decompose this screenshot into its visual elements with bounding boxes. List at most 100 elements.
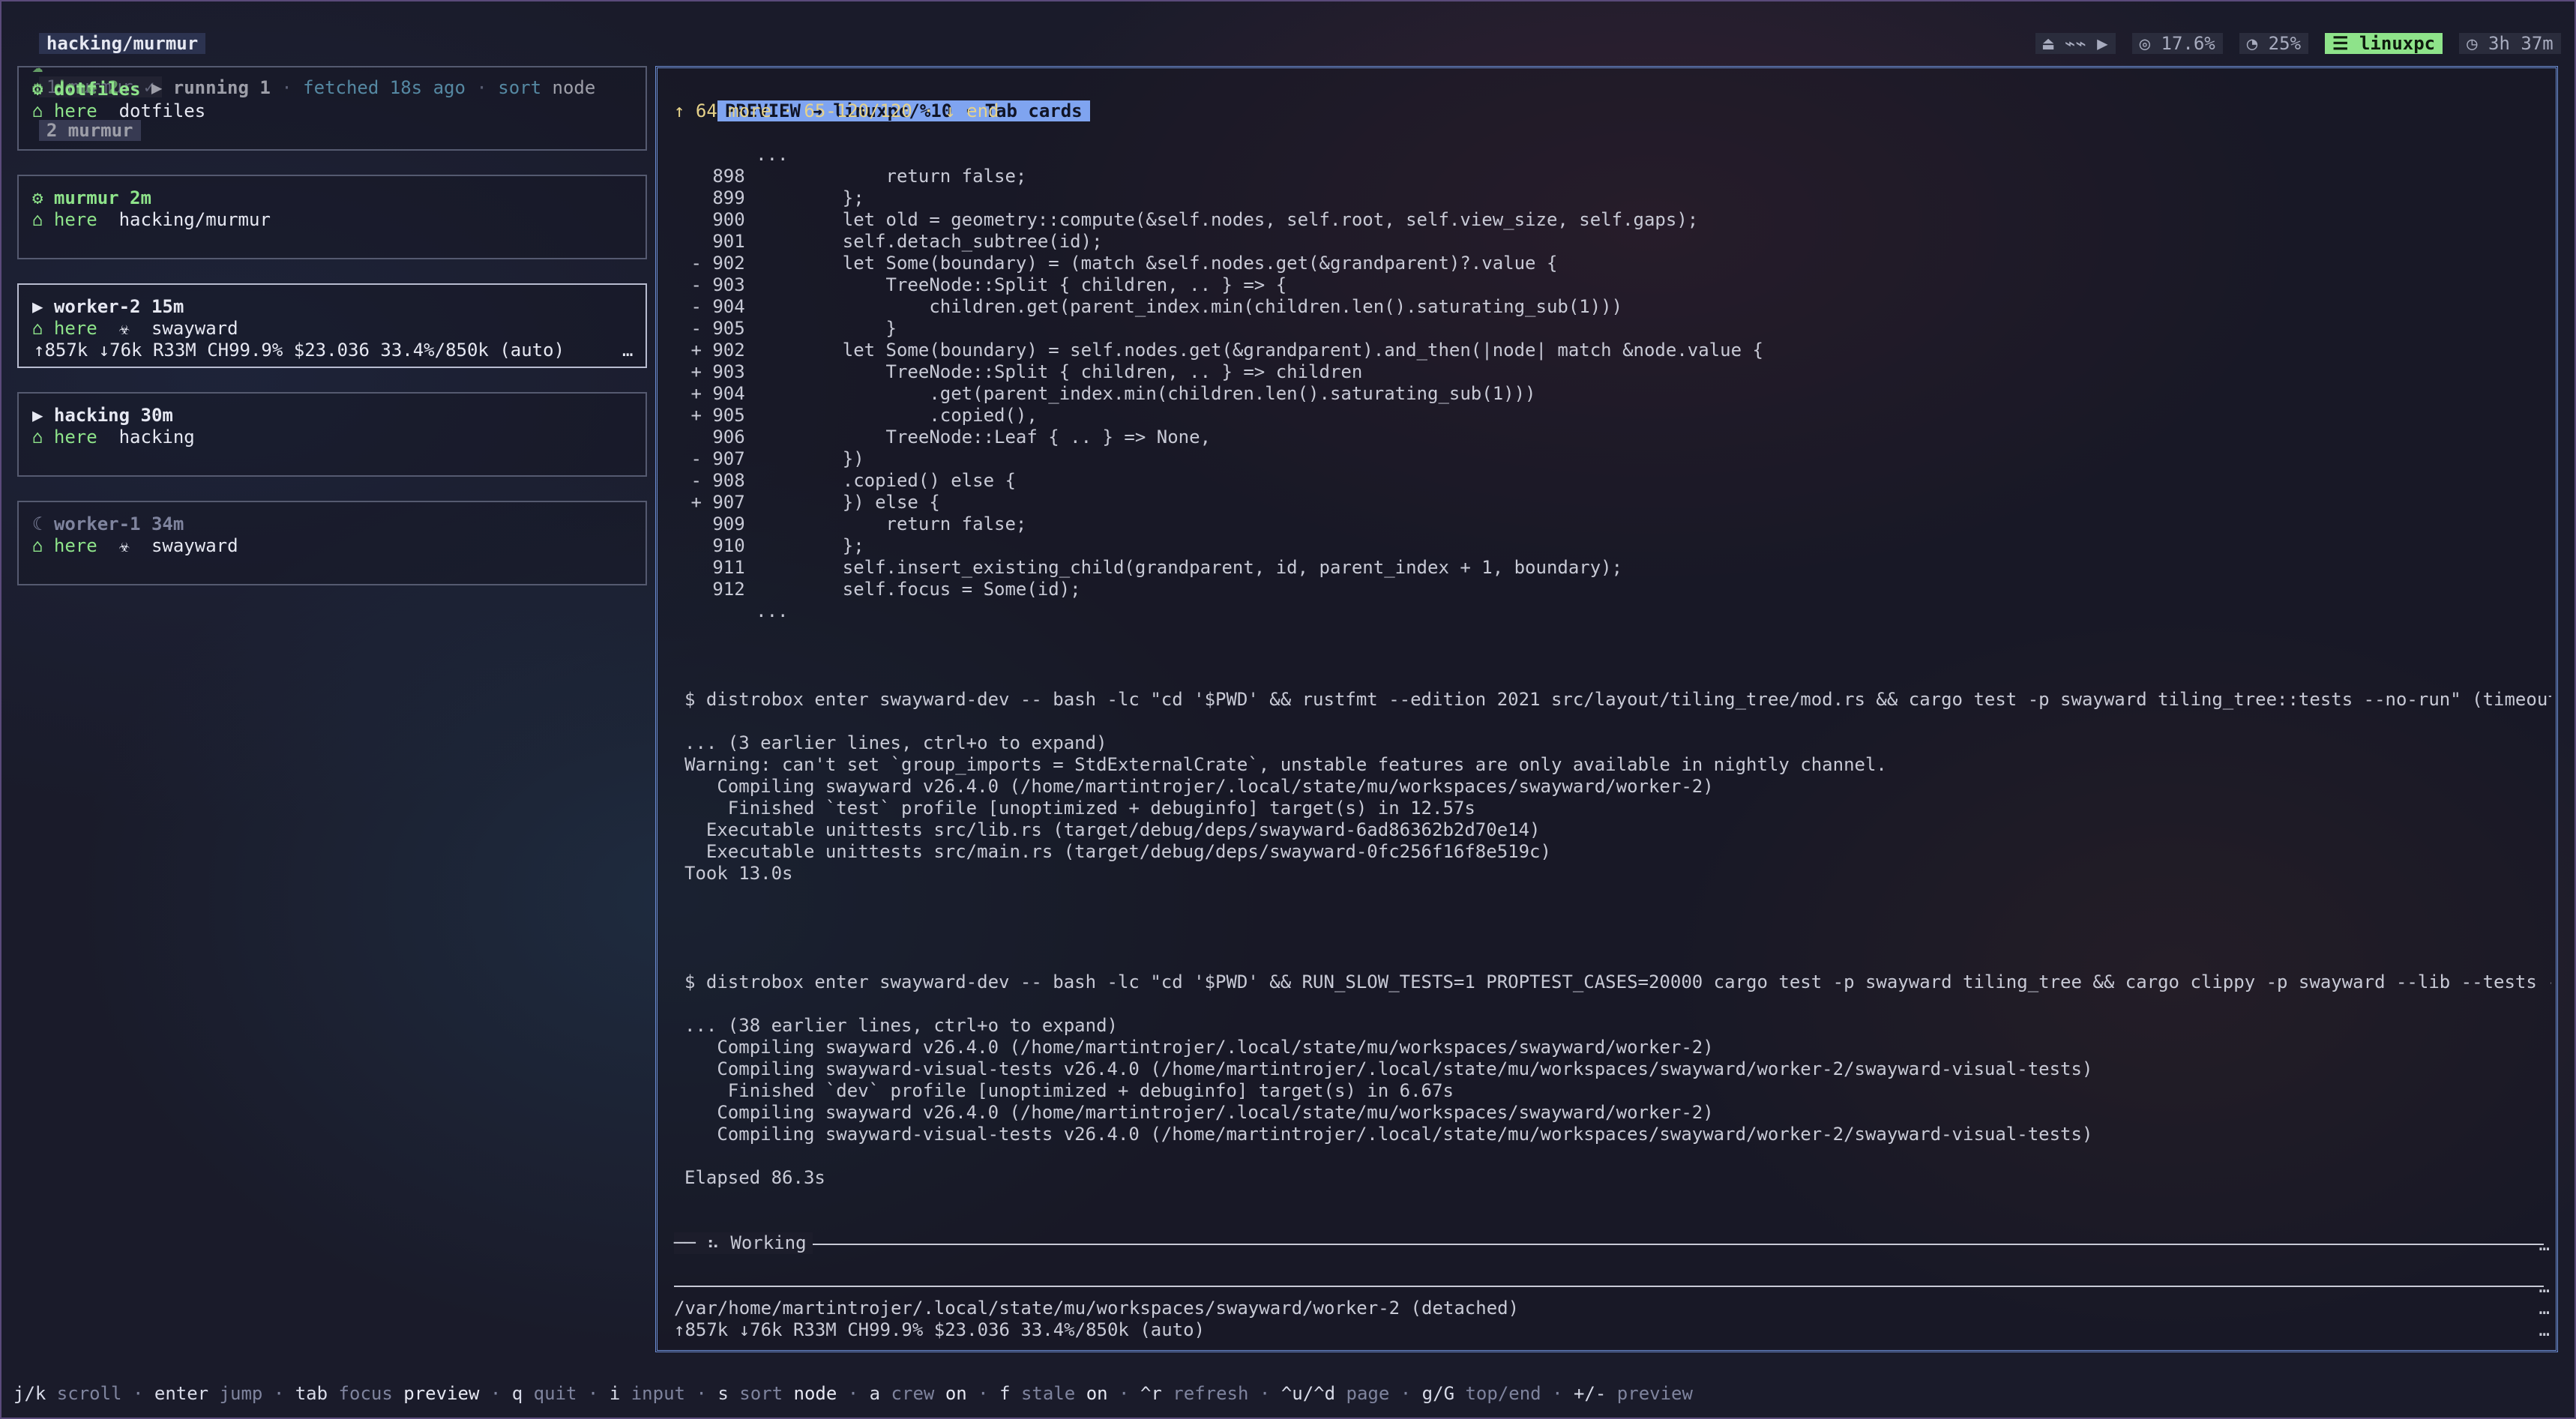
code-line: 900 let old = geometry::compute(&self.no… (680, 209, 1699, 230)
separator: · (479, 1383, 512, 1404)
separator: · (1389, 1383, 1422, 1404)
card-location: dotfiles (118, 100, 206, 121)
card-title: ⚙ dotfiles (32, 79, 141, 100)
uptime-chip: ◷ 3h 37m (2459, 33, 2561, 54)
ellipsis-icon: … (2539, 1298, 2550, 1319)
session-card-worker-1[interactable]: ☾ worker-1 34m ⌂ here ☣ swayward (17, 501, 647, 585)
code-line: 912 self.focus = Some(id); (680, 579, 1081, 600)
hint-label: jump (208, 1383, 263, 1404)
hint-label: page (1335, 1383, 1390, 1404)
hostname-chip: ☰ linuxpc (2325, 33, 2443, 54)
separator: · (577, 1383, 610, 1404)
hint-key: ^r (1140, 1383, 1162, 1404)
code-line: - 907 }) (680, 448, 864, 469)
home-icon: ⌂ (32, 318, 43, 339)
separator: · (1248, 1383, 1281, 1404)
separator: · (121, 1383, 154, 1404)
command-1: $ distrobox enter swayward-dev -- bash -… (684, 689, 2551, 710)
code-line: - 902 let Some(boundary) = (match &self.… (680, 253, 1558, 274)
output-line: Executable unittests src/main.rs (target… (684, 841, 1551, 862)
card-title: ☾ worker-1 34m (32, 513, 184, 534)
output-line: ... (38 earlier lines, ctrl+o to expand) (684, 1015, 1118, 1036)
code-line: - 903 TreeNode::Split { children, .. } =… (680, 274, 1287, 295)
session-card-worker-2[interactable]: ▶ worker-2 15m ⌂ here ☣ swayward ↑857k ↓… (17, 283, 647, 368)
hint-value: node (793, 1383, 837, 1404)
hint-label: top/end (1454, 1383, 1541, 1404)
output-line: Executable unittests src/lib.rs (target/… (684, 819, 1541, 840)
session-card-murmur[interactable]: ⚙ murmur 2m ⌂ here hacking/murmur (17, 175, 647, 259)
home-icon: ⌂ (32, 427, 43, 448)
code-line: + 907 }) else { (680, 492, 940, 513)
card-location: hacking (118, 427, 195, 448)
code-line: + 903 TreeNode::Split { children, .. } =… (680, 361, 1363, 382)
hint-key: +/- (1573, 1383, 1607, 1404)
code-line: 901 self.detach_subtree(id); (680, 231, 1103, 252)
session-card-hacking[interactable]: ▶ hacking 30m ⌂ here hacking (17, 392, 647, 477)
keybinding-hints: j/k scroll · enter jump · tab focus prev… (13, 1383, 1693, 1405)
media-controls-chip[interactable]: ⏏ ⌁⌁ ▶ (2035, 33, 2116, 54)
card-title: ▶ worker-2 15m (32, 296, 184, 317)
output-line: Warning: can't set `group_imports = StdE… (684, 754, 1887, 775)
separator: · (684, 1383, 718, 1404)
ellipsis-icon: … (2539, 1276, 2550, 1297)
separator: · (262, 1383, 295, 1404)
home-icon: ⌂ (32, 209, 43, 230)
card-location: hacking/murmur (118, 209, 271, 230)
hint-key: ^u/^d (1281, 1383, 1336, 1404)
hint-key: f (999, 1383, 1011, 1404)
code-line: ... (680, 600, 789, 621)
status-divider (674, 1286, 2544, 1287)
code-line: - 908 .copied() else { (680, 470, 1016, 491)
code-line: + 902 let Some(boundary) = self.nodes.ge… (680, 340, 1763, 361)
code-line: - 904 children.get(parent_index.min(chil… (680, 296, 1623, 317)
output-line: Finished `dev` profile [unoptimized + de… (684, 1080, 1454, 1101)
output-line: ... (3 earlier lines, ctrl+o to expand) (684, 732, 1107, 753)
hint-key: tab (295, 1383, 328, 1404)
card-location: ☣ swayward (118, 318, 238, 339)
hint-key: enter (154, 1383, 209, 1404)
separator: · (966, 1383, 1000, 1404)
ellipsis-icon: … (2539, 1319, 2550, 1340)
output-line: Compiling swayward-visual-tests v26.4.0 … (684, 1058, 2093, 1079)
card-title: ⚙ murmur 2m (32, 187, 151, 208)
hint-label: sort (728, 1383, 794, 1404)
hint-label: quit (523, 1383, 577, 1404)
ellipsis-icon: … (2539, 1234, 2550, 1255)
hint-label: stale (1010, 1383, 1086, 1404)
code-line: 911 self.insert_existing_child(grandpare… (680, 557, 1623, 578)
hint-value: on (1086, 1383, 1108, 1404)
hint-key: i (609, 1383, 621, 1404)
system-status-chips: ⏏ ⌁⌁ ▶ ◎ 17.6% ◔ 25% ☰ linuxpc ◷ 3h 37m (2014, 11, 2561, 55)
preview-pane[interactable]: PREVIEW → linuxpc/%10 · Tab cards ↑ 64 m… (655, 66, 2558, 1352)
hint-label: scroll (46, 1383, 122, 1404)
hint-key: g/G (1421, 1383, 1455, 1404)
hint-key: a (869, 1383, 881, 1404)
scroll-indicator: ↑ 64 more · 65-120/120 · ↓ end (674, 100, 999, 121)
memory-chip: ◔ 25% (2239, 33, 2309, 54)
card-location: ☣ swayward (118, 535, 238, 556)
working-divider (674, 1244, 2544, 1245)
code-line: 906 TreeNode::Leaf { .. } => None, (680, 427, 1212, 448)
code-line: 910 }; (680, 535, 864, 556)
home-icon: ⌂ (32, 100, 43, 121)
working-indicator: ── ⠦ Working (674, 1232, 813, 1254)
code-line: + 904 .get(parent_index.min(children.len… (680, 383, 1536, 404)
output-line: Compiling swayward v26.4.0 (/home/martin… (684, 1037, 1714, 1058)
output-line: Finished `test` profile [unoptimized + d… (684, 798, 1475, 819)
hint-label: refresh (1161, 1383, 1249, 1404)
command-2: $ distrobox enter swayward-dev -- bash -… (684, 971, 2551, 992)
code-line: ... (680, 144, 789, 165)
home-icon: ⌂ (32, 535, 43, 556)
code-line: 898 return false; (680, 166, 1027, 187)
command-1-duration: Took 13.0s (684, 863, 793, 884)
session-token-stats: ↑857k ↓76k R33M CH99.9% $23.036 33.4%/85… (674, 1319, 1206, 1340)
hint-label: crew (880, 1383, 945, 1404)
ellipsis-icon: … (622, 340, 634, 361)
hint-key: j/k (13, 1383, 46, 1404)
card-title: ▶ hacking 30m (32, 405, 173, 426)
output-line: Compiling swayward v26.4.0 (/home/martin… (684, 1102, 1714, 1123)
command-2-duration: Elapsed 86.3s (684, 1167, 825, 1188)
code-line: + 905 .copied(), (680, 405, 1038, 426)
card-token-stats: ↑857k ↓76k R33M CH99.9% $23.036 33.4%/85… (34, 340, 565, 361)
session-card-dotfiles[interactable]: ⚙ dotfiles ⌂ here dotfiles (17, 66, 647, 151)
